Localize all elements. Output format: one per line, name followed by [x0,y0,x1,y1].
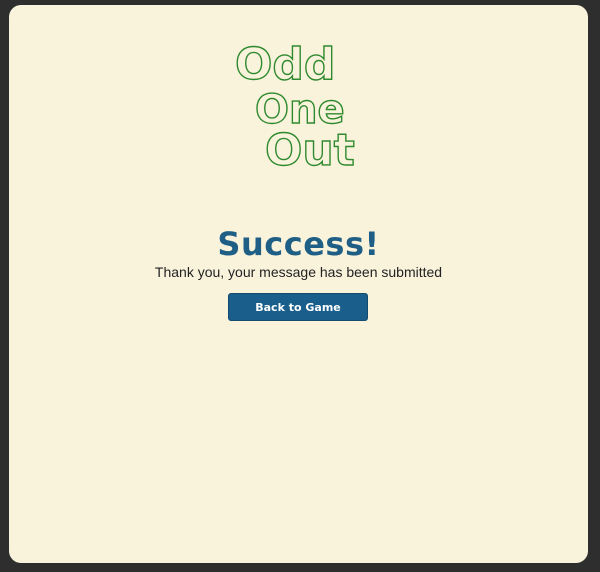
logo-line-odd: Odd [235,39,335,90]
logo-line-out: Out [265,125,355,171]
success-heading: Success! [217,225,380,263]
submission-message: Thank you, your message has been submitt… [154,264,443,280]
page-frame: Odd One Out Success! Thank you, your mes… [9,5,588,563]
odd-one-out-logo: Odd One Out [231,38,371,176]
back-to-game-button[interactable]: Back to Game [228,293,368,321]
